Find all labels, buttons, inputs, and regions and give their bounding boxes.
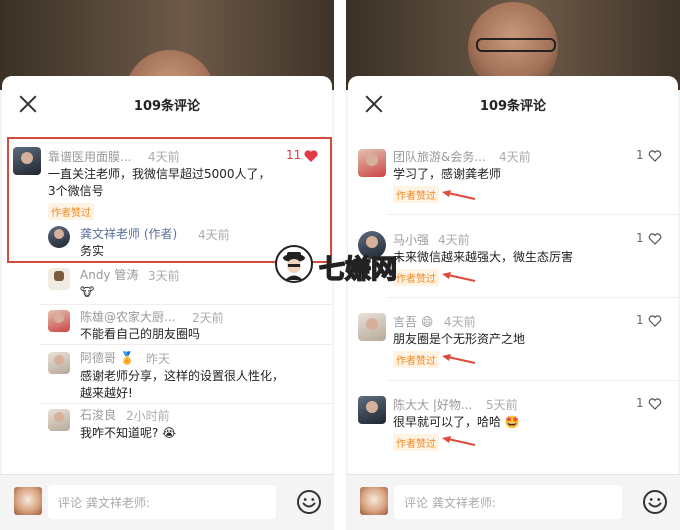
like-count: 1: [636, 396, 644, 410]
comment-time: 4天前: [499, 150, 531, 164]
comment-author[interactable]: 陈雄@农家大厨...: [80, 308, 175, 325]
avatar[interactable]: [358, 313, 386, 341]
comment-author[interactable]: 团队旅游&会务...: [393, 148, 486, 165]
avatar[interactable]: [48, 409, 70, 431]
red-arrow-icon: [442, 354, 476, 364]
user-avatar: [14, 487, 42, 515]
avatar[interactable]: [48, 268, 70, 290]
comment-author[interactable]: 石浚良: [80, 406, 116, 423]
watermark-text: 七嫌网: [318, 254, 398, 286]
divider: [388, 214, 680, 215]
comment-time: 昨天: [146, 352, 171, 366]
comment-input[interactable]: 评论 龚文祥老师:: [394, 485, 622, 519]
comment-time: 5天前: [486, 398, 518, 412]
comment-text: 不能看自己的朋友圈吗: [80, 327, 201, 341]
watermark-logo-icon: [275, 245, 313, 283]
comment-input-bar: 评论 龚文祥老师:: [0, 474, 334, 530]
comment-text: 学习了，感谢龚老师: [393, 167, 502, 181]
comment-input-bar: 评论 龚文祥老师:: [346, 474, 680, 530]
comment-time: 3天前: [148, 269, 180, 283]
comment-text: 感谢老师分享，这样的设置很人性化，越来越好!: [80, 369, 285, 400]
comment-time: 2天前: [192, 311, 224, 325]
red-arrow-icon: [442, 272, 476, 282]
comment-text: 我咋不知道呢? 😭: [80, 426, 177, 440]
comments-sheet: 109条评论: [348, 76, 678, 530]
divider: [40, 344, 334, 345]
like-count: 1: [636, 148, 644, 162]
comment-placeholder: 评论 龚文祥老师:: [58, 496, 150, 510]
comment-author[interactable]: 阿德哥 🏅: [80, 349, 135, 366]
red-arrow-icon: [442, 190, 476, 200]
comment-input[interactable]: 评论 龚文祥老师:: [48, 485, 276, 519]
comment-text: 🐮: [80, 285, 95, 299]
heart-outline-icon[interactable]: [648, 233, 662, 245]
sheet-title: 109条评论: [133, 99, 201, 114]
author-liked-badge: 作者赞过: [393, 351, 439, 368]
comment-text: 很早就可以了，哈哈 🤩: [393, 415, 520, 429]
sheet-header: 109条评论: [348, 76, 678, 132]
comment-author[interactable]: 陈大大 |好物...: [393, 396, 472, 413]
sheet-header: 109条评论: [2, 76, 332, 132]
heart-outline-icon[interactable]: [648, 150, 662, 162]
emoji-icon[interactable]: [296, 489, 322, 515]
divider: [388, 297, 680, 298]
avatar[interactable]: [358, 396, 386, 424]
author-liked-badge: 作者赞过: [393, 434, 439, 451]
divider: [40, 403, 334, 404]
comment-text: 朋友圈是个无形资产之地: [393, 332, 526, 346]
comment-author[interactable]: 言吾 😄: [393, 313, 433, 330]
avatar[interactable]: [48, 352, 70, 374]
emoji-icon[interactable]: [642, 489, 668, 515]
like-count: 1: [636, 231, 644, 245]
avatar[interactable]: [48, 310, 70, 332]
user-avatar: [360, 487, 388, 515]
avatar[interactable]: [358, 149, 386, 177]
heart-outline-icon[interactable]: [648, 398, 662, 410]
comment-placeholder: 评论 龚文祥老师:: [404, 496, 496, 510]
like-count: 1: [636, 313, 644, 327]
divider: [40, 304, 334, 305]
comment-time: 2小时前: [126, 409, 170, 423]
divider: [388, 380, 680, 381]
heart-outline-icon[interactable]: [648, 315, 662, 327]
comment-author[interactable]: Andy 管涛: [80, 266, 138, 283]
comment-time: 4天前: [438, 233, 470, 247]
author-liked-badge: 作者赞过: [393, 186, 439, 203]
comment-time: 4天前: [444, 315, 476, 329]
watermark: 七嫌网: [275, 245, 415, 286]
sheet-title: 109条评论: [479, 99, 547, 114]
red-arrow-icon: [442, 436, 476, 446]
comment-text: 未来微信越来越强大，微生态厉害: [393, 250, 574, 264]
